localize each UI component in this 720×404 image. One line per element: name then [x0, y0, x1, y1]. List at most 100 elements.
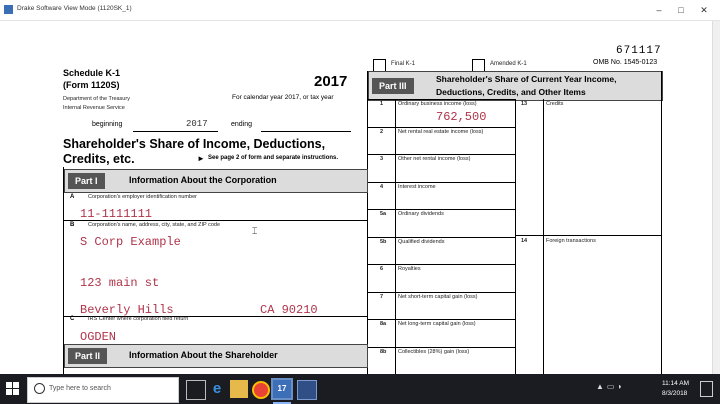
- row-separator: [368, 319, 515, 320]
- minimize-button[interactable]: –: [650, 0, 668, 20]
- windows-start-icon[interactable]: [6, 382, 20, 396]
- line-label: Net short-term capital gain (loss): [398, 294, 478, 300]
- ending-label: ending: [231, 121, 253, 128]
- form-name: (Form 1120S): [63, 80, 120, 90]
- share-title-line1: Shareholder's Share of Income, Deduction…: [63, 137, 326, 151]
- row-separator: [368, 154, 515, 155]
- row-separator: [368, 237, 515, 238]
- line-number: 1: [380, 101, 384, 107]
- amended-k1-label: Amended K-1: [490, 61, 527, 67]
- line-label: Ordinary dividends: [398, 211, 444, 217]
- drake-viewer-icon[interactable]: [297, 380, 317, 400]
- row-separator: [368, 264, 515, 265]
- line-label: Net rental real estate income (loss): [398, 129, 484, 135]
- section-b-letter: B: [70, 222, 75, 228]
- center-divider: [367, 71, 368, 374]
- part2-label: Part II: [68, 348, 108, 364]
- line-label: Other net rental income (loss): [398, 156, 471, 162]
- dept-irs: Internal Revenue Service: [63, 105, 125, 111]
- beginning-underline: [133, 131, 218, 132]
- section-c-letter: C: [70, 316, 75, 322]
- calendar-year-text: For calendar year 2017, or tax year: [232, 94, 334, 101]
- form-document: 671117 OMB No. 1545-0123 Final K-1 Amend…: [0, 21, 712, 374]
- part1-title: Information About the Corporation: [129, 175, 277, 185]
- row-separator: [368, 182, 515, 183]
- clock-time[interactable]: 11:14 AM: [662, 380, 689, 387]
- drake-2017-app-icon[interactable]: 17: [271, 378, 293, 400]
- share-title-line2: Credits, etc.: [63, 152, 135, 166]
- line-number: 8a: [380, 321, 387, 327]
- part1-label: Part I: [68, 173, 105, 189]
- search-box[interactable]: Type here to search: [27, 377, 179, 403]
- beginning-field[interactable]: 2017: [186, 119, 208, 129]
- line-number: 3: [380, 156, 384, 162]
- notification-icon[interactable]: [700, 381, 713, 397]
- maximize-button[interactable]: □: [672, 0, 690, 20]
- clock-date[interactable]: 8/3/2018: [662, 390, 687, 397]
- irs-center-field[interactable]: OGDEN: [80, 330, 116, 344]
- vertical-scrollbar[interactable]: [712, 21, 720, 374]
- window-title: Drake Software View Mode (1120SK_1): [17, 5, 132, 12]
- line-number: 8b: [380, 349, 387, 355]
- line14-label: Foreign transactions: [546, 238, 596, 244]
- see-page-note: See page 2 of form and separate instruct…: [208, 155, 339, 161]
- line-label: Ordinary business income (loss): [398, 101, 477, 107]
- corp-city-field[interactable]: Beverly Hills: [80, 303, 174, 317]
- line14-number: 14: [521, 238, 528, 244]
- system-tray-icons[interactable]: ▲▭◗: [596, 382, 640, 396]
- ein-field[interactable]: 11-1111111: [80, 207, 152, 221]
- mouse-cursor-icon: ⌶: [252, 226, 258, 236]
- right-num-divider: [543, 99, 544, 374]
- row-separator: [368, 99, 515, 100]
- ending-underline: [261, 131, 351, 132]
- row-separator: [368, 127, 515, 128]
- line13-number: 13: [521, 101, 528, 107]
- part3-title-line2: Deductions, Credits, and Other Items: [436, 87, 586, 97]
- taskbar: Type here to search e 17 ▲▭◗ 11:14 AM 8/…: [0, 374, 720, 404]
- corp-name-field[interactable]: S Corp Example: [80, 235, 181, 249]
- row-separator: [368, 292, 515, 293]
- part2-title: Information About the Shareholder: [129, 350, 278, 360]
- line-label: Collectibles (28%) gain (loss): [398, 349, 470, 355]
- line-label: Royalties: [398, 266, 421, 272]
- line-number: 6: [380, 266, 384, 272]
- schedule-title: Schedule K-1: [63, 68, 121, 78]
- part3-right-border: [661, 71, 662, 374]
- section-a-letter: A: [70, 194, 75, 200]
- edge-browser-icon[interactable]: e: [208, 380, 226, 398]
- left-border: [63, 167, 64, 374]
- line-label: Qualified dividends: [398, 239, 445, 245]
- search-icon: [34, 383, 45, 394]
- search-placeholder: Type here to search: [49, 385, 111, 392]
- irs-center-label: IRS Center where corporation filed retur…: [88, 316, 189, 322]
- corp-street-field[interactable]: 123 main st: [80, 276, 159, 290]
- tax-year: 2017: [314, 73, 348, 90]
- omb-number: OMB No. 1545-0123: [593, 59, 658, 66]
- form-serial: 671117: [616, 45, 662, 57]
- chrome-browser-icon[interactable]: [252, 381, 270, 399]
- part3-label: Part III: [372, 78, 414, 94]
- credits-separator: [515, 235, 661, 236]
- ein-label: Corporation's employer identification nu…: [88, 194, 197, 200]
- row-separator: [368, 209, 515, 210]
- beginning-label: beginning: [92, 121, 123, 128]
- arrow-icon: ►: [197, 154, 205, 163]
- app-icon: [4, 5, 13, 14]
- close-button[interactable]: ✕: [695, 0, 713, 20]
- task-view-icon[interactable]: [186, 380, 206, 400]
- line-value-field[interactable]: 762,500: [436, 110, 486, 124]
- line-number: 5a: [380, 211, 387, 217]
- file-explorer-icon[interactable]: [230, 380, 248, 398]
- mid-column-divider: [515, 99, 516, 374]
- row-separator: [368, 347, 515, 348]
- a-separator: [64, 220, 367, 221]
- line13-label: Credits: [546, 101, 564, 107]
- part3-title-line1: Shareholder's Share of Current Year Inco…: [436, 74, 617, 84]
- line-number: 4: [380, 184, 384, 190]
- corp-state-zip-field[interactable]: CA 90210: [260, 303, 318, 317]
- final-k1-label: Final K-1: [391, 61, 416, 67]
- title-bar[interactable]: Drake Software View Mode (1120SK_1) – □ …: [0, 0, 720, 21]
- line-number: 7: [380, 294, 384, 300]
- app-window: Drake Software View Mode (1120SK_1) – □ …: [0, 0, 720, 374]
- line-number: 5b: [380, 239, 387, 245]
